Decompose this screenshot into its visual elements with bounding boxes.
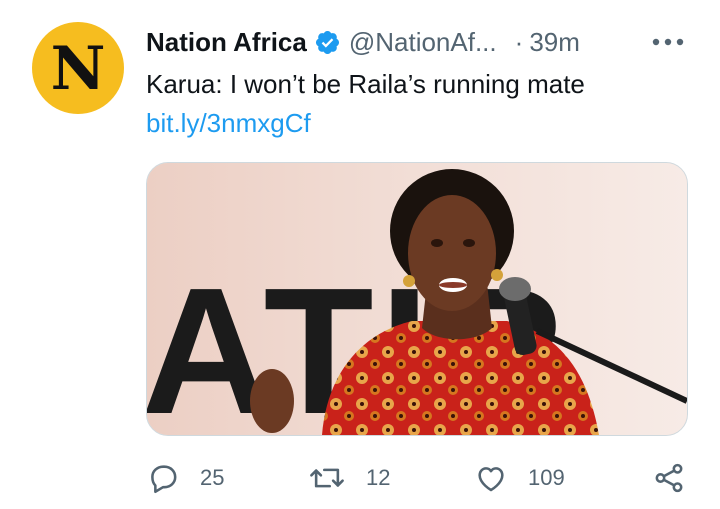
retweet-button[interactable]: 12 (308, 456, 390, 500)
retweet-count: 12 (366, 465, 391, 490)
tweet-media-image[interactable]: ATIR (146, 162, 688, 436)
tweet-link[interactable]: bit.ly/3nmxgCf (146, 105, 311, 141)
reply-button[interactable]: 25 (146, 456, 224, 500)
reply-count: 25 (200, 465, 225, 490)
retweet-icon (310, 468, 344, 488)
more-options-icon[interactable] (648, 28, 688, 56)
timestamp[interactable]: 39m (529, 24, 580, 60)
reply-icon (151, 465, 177, 494)
tweet-header: Nation Africa @NationAf... · 39m (146, 24, 620, 60)
more-dots-glyph (652, 38, 684, 46)
separator-dot: · (514, 27, 524, 57)
heart-icon (478, 467, 504, 492)
share-icon (655, 463, 683, 493)
share-button[interactable] (652, 456, 686, 500)
speaker-photo: ATIR (147, 163, 687, 435)
verified-badge-icon (315, 30, 339, 54)
avatar-logo-letter: N (50, 34, 106, 104)
like-button[interactable]: 109 (474, 456, 565, 500)
avatar[interactable]: N (32, 22, 124, 114)
action-bar: 25 12 109 (146, 456, 692, 500)
user-handle[interactable]: @NationAf... (349, 24, 497, 60)
tweet-text: Karua: I won’t be Raila’s running mate (146, 69, 585, 99)
like-count: 109 (528, 465, 565, 490)
display-name[interactable]: Nation Africa (146, 24, 307, 60)
